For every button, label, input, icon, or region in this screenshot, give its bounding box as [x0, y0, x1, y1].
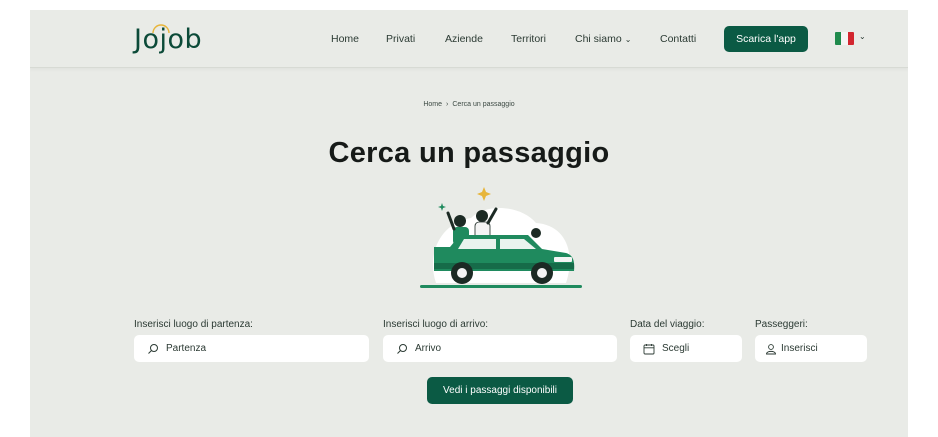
- nav-home[interactable]: Home: [331, 32, 359, 46]
- nav-aziende[interactable]: Aziende: [445, 32, 483, 46]
- date-placeholder: Scegli: [662, 343, 690, 354]
- arrival-input[interactable]: Arrivo: [383, 335, 617, 362]
- search-icon: [148, 343, 158, 354]
- nav-privati[interactable]: Privati: [386, 32, 415, 46]
- breadcrumb-home[interactable]: Home: [423, 101, 442, 108]
- arrival-placeholder: Arrivo: [415, 343, 442, 354]
- logo-arc-icon: [152, 24, 170, 34]
- breadcrumb-separator: ›: [446, 101, 449, 108]
- nav-chi-siamo[interactable]: Chi siamo ⌄: [575, 32, 631, 47]
- calendar-icon: [643, 343, 655, 354]
- italy-flag-icon[interactable]: [835, 32, 854, 45]
- nav-contatti[interactable]: Contatti: [660, 32, 696, 46]
- nav-territori[interactable]: Territori: [511, 32, 546, 46]
- download-app-button[interactable]: Scarica l'app: [724, 26, 808, 52]
- date-picker[interactable]: Scegli: [630, 335, 742, 362]
- breadcrumb: Home › Cerca un passaggio: [30, 101, 908, 108]
- page-title: Cerca un passaggio: [328, 137, 610, 169]
- nav-chi-siamo-label: Chi siamo: [575, 33, 622, 45]
- departure-label: Inserisci luogo di partenza:: [134, 319, 253, 330]
- departure-input[interactable]: Partenza: [134, 335, 369, 362]
- language-chevron-down-icon[interactable]: ⌄: [859, 32, 866, 41]
- arrival-label: Inserisci luogo di arrivo:: [383, 319, 489, 330]
- date-label: Data del viaggio:: [630, 319, 705, 330]
- breadcrumb-current: Cerca un passaggio: [452, 101, 515, 108]
- passengers-input[interactable]: Inserisci: [755, 335, 867, 362]
- departure-placeholder: Partenza: [166, 343, 207, 354]
- car-with-passengers-illustration: [420, 187, 582, 288]
- passengers-label: Passeggeri:: [755, 319, 808, 330]
- site-header: Jojob Home Privati Aziende Territori Chi…: [30, 10, 908, 68]
- show-rides-button[interactable]: Vedi i passaggi disponibili: [427, 377, 573, 404]
- chevron-down-icon: ⌄: [624, 35, 632, 44]
- passengers-placeholder: Inserisci: [781, 343, 818, 354]
- page-frame: Jojob Home Privati Aziende Territori Chi…: [30, 10, 908, 437]
- user-icon: [766, 343, 776, 354]
- jojob-logo[interactable]: Jojob: [134, 22, 214, 56]
- search-icon: [397, 343, 407, 354]
